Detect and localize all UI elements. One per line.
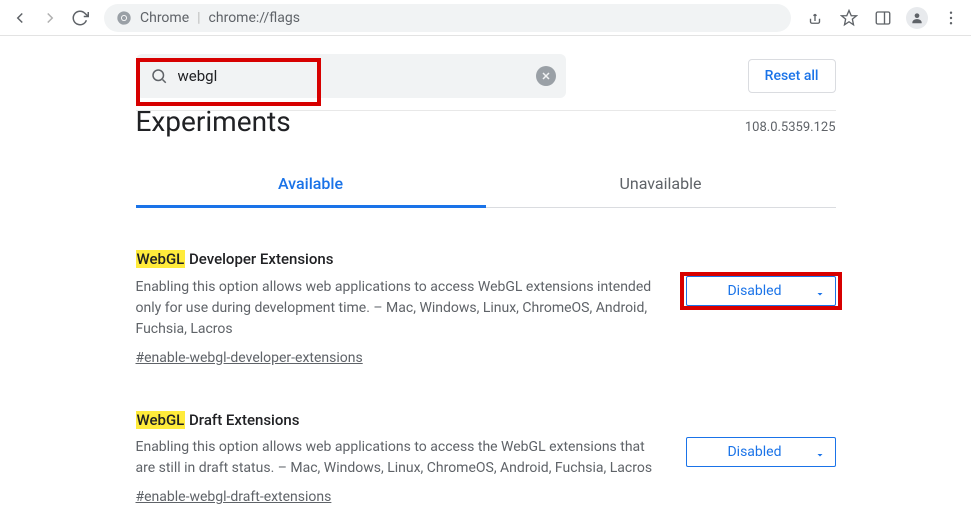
- tab-unavailable[interactable]: Unavailable: [486, 162, 836, 208]
- reload-button[interactable]: [66, 4, 94, 32]
- menu-icon[interactable]: [937, 4, 965, 32]
- flag-state-select[interactable]: Disabled: [686, 437, 836, 467]
- page-title: Experiments: [136, 105, 291, 138]
- omnibox-label: Chrome: [140, 10, 189, 26]
- flag-description: Enabling this option allows web applicat…: [136, 277, 666, 340]
- back-button[interactable]: [6, 4, 34, 32]
- version-label: 108.0.5359.125: [745, 120, 836, 135]
- flag-state-select[interactable]: Disabled: [686, 276, 836, 306]
- flags-page: Reset all Experiments 108.0.5359.125 Ava…: [0, 36, 971, 508]
- flag-item: WebGL Developer Extensions Enabling this…: [136, 248, 836, 369]
- flag-hash-link[interactable]: #enable-webgl-developer-extensions: [136, 348, 363, 369]
- chrome-icon: [116, 10, 132, 26]
- clear-search-icon[interactable]: [536, 66, 556, 86]
- omnibox-separator: |: [197, 10, 200, 26]
- flag-title: WebGL Draft Extensions: [136, 409, 666, 432]
- omnibox[interactable]: Chrome | chrome://flags: [104, 4, 791, 32]
- search-input[interactable]: [178, 67, 526, 85]
- browser-toolbar: Chrome | chrome://flags: [0, 0, 971, 36]
- flag-item: WebGL Draft Extensions Enabling this opt…: [136, 409, 836, 509]
- omnibox-url: chrome://flags: [209, 10, 300, 26]
- flag-hash-link[interactable]: #enable-webgl-draft-extensions: [136, 487, 332, 508]
- forward-button[interactable]: [36, 4, 64, 32]
- bookmark-icon[interactable]: [835, 4, 863, 32]
- side-panel-icon[interactable]: [869, 4, 897, 32]
- tab-available[interactable]: Available: [136, 162, 486, 208]
- toolbar-actions: [801, 4, 965, 32]
- flag-title: WebGL Developer Extensions: [136, 248, 666, 271]
- flag-description: Enabling this option allows web applicat…: [136, 437, 666, 479]
- search-box: [136, 54, 566, 98]
- profile-avatar[interactable]: [903, 4, 931, 32]
- share-icon[interactable]: [801, 4, 829, 32]
- tabs: Available Unavailable: [136, 162, 836, 208]
- reset-all-button[interactable]: Reset all: [748, 59, 836, 93]
- search-icon: [150, 67, 168, 85]
